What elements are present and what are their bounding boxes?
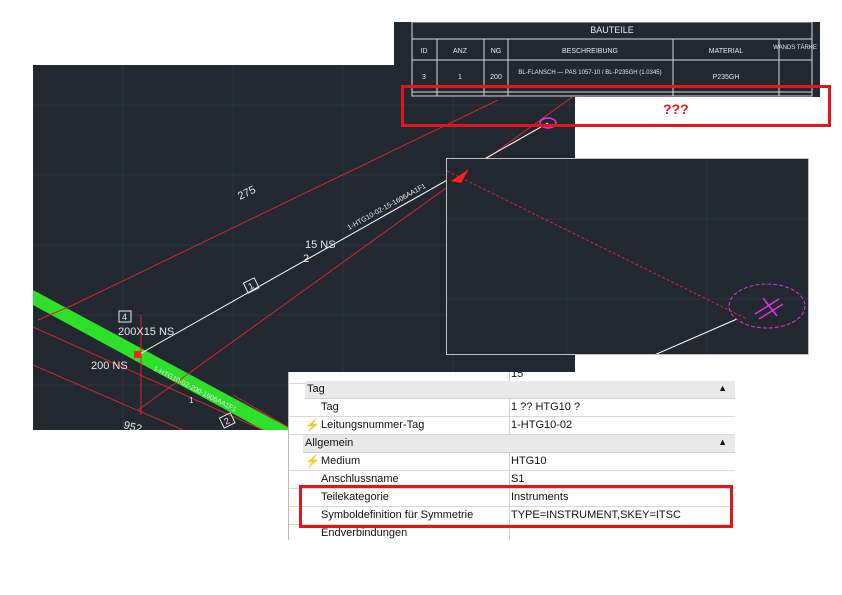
pipe-tag-upper: 1-HTG10-02-15-1606AA1F1 xyxy=(347,183,428,232)
zoom-inset-canvas[interactable] xyxy=(446,158,809,355)
ns15-sub-label: 2 xyxy=(303,253,309,265)
collapse-icon[interactable]: ▲ xyxy=(718,383,727,393)
inset-white-line xyxy=(655,318,738,354)
bom-header-id: ID xyxy=(421,48,428,55)
prop-value-top: 15 xyxy=(511,372,524,380)
prop-row-medium[interactable]: ⚡ Medium HTG10 xyxy=(289,453,735,471)
bom-header-ng: NG xyxy=(491,48,502,55)
prop-value[interactable]: 1 ?? HTG10 ? xyxy=(511,401,580,413)
prop-divider xyxy=(509,453,510,471)
inset-flange-symbol xyxy=(754,297,784,320)
prop-value[interactable]: HTG10 xyxy=(511,455,546,467)
label-200x15: 200X15 NS xyxy=(118,326,174,338)
connection-marker xyxy=(134,351,141,358)
bom-header-material: MATERIAL xyxy=(709,48,744,55)
prop-value[interactable]: S1 xyxy=(511,473,524,485)
prop-row-leitungsnummer[interactable]: ⚡ Leitungsnummer-Tag 1-HTG10-02 xyxy=(289,417,735,435)
prop-name: Leitungsnummer-Tag xyxy=(321,419,425,431)
item-box-2-label: 2 xyxy=(223,416,232,427)
lightning-icon: ⚡ xyxy=(305,418,320,432)
prop-row-tag[interactable]: Tag 1 ?? HTG10 ? xyxy=(289,399,735,417)
bom-header-wandstaerke: WANDS TÄRKE xyxy=(773,44,817,51)
category-tag[interactable]: Tag ▲ xyxy=(305,381,735,399)
prop-name: Medium xyxy=(321,455,361,467)
prop-name: Tag xyxy=(321,401,339,413)
properties-highlight-box xyxy=(299,485,733,528)
category-allgemein[interactable]: Allgemein ▲ xyxy=(303,435,735,453)
prop-name: Endverbindungen xyxy=(321,527,408,539)
dim-label-bottom: 952 xyxy=(122,419,143,430)
pipe-tag-lower: 1-HTG10-02-200-1606AA1F1 xyxy=(152,366,237,414)
bom-title: BAUTEILE xyxy=(590,25,634,35)
bom-cell-material: P235GH xyxy=(713,74,740,81)
main-pipe-green xyxy=(33,290,293,430)
bom-cell-id: 3 xyxy=(422,74,426,81)
bom-header-beschreibung: BESCHREIBUNG xyxy=(562,48,618,55)
inset-red-dashed-line xyxy=(447,170,748,320)
category-label: Allgemein xyxy=(305,437,354,449)
zoom-inset-svg xyxy=(447,159,808,354)
item-box-1-label: 1 xyxy=(247,281,256,292)
prop-name: Anschlussname xyxy=(321,473,399,485)
label-200ns: 200 NS xyxy=(91,360,128,372)
bom-cell-ng: 200 xyxy=(490,74,502,81)
item-box-4-label: 4 xyxy=(122,312,127,322)
category-label: Tag xyxy=(307,383,325,395)
dimension-line-275 xyxy=(72,99,499,306)
dim-label-top: 275 xyxy=(236,184,258,203)
question-callout-text: ??? xyxy=(663,101,689,117)
ns15-label: 15 NS xyxy=(305,239,336,251)
prop-value[interactable]: 1-HTG10-02 xyxy=(511,419,572,431)
bom-cell-anz: 1 xyxy=(458,74,462,81)
lightning-icon: ⚡ xyxy=(305,454,320,468)
small-label: 1 xyxy=(189,396,194,405)
bom-cell-beschreibung: BL-FLANSCH — PAS 1057-10 / BL-P235GH (1.… xyxy=(518,70,661,76)
bom-header-anz: ANZ xyxy=(453,48,468,55)
collapse-icon[interactable]: ▲ xyxy=(718,437,727,447)
prop-divider xyxy=(509,399,510,417)
prop-divider xyxy=(509,417,510,435)
